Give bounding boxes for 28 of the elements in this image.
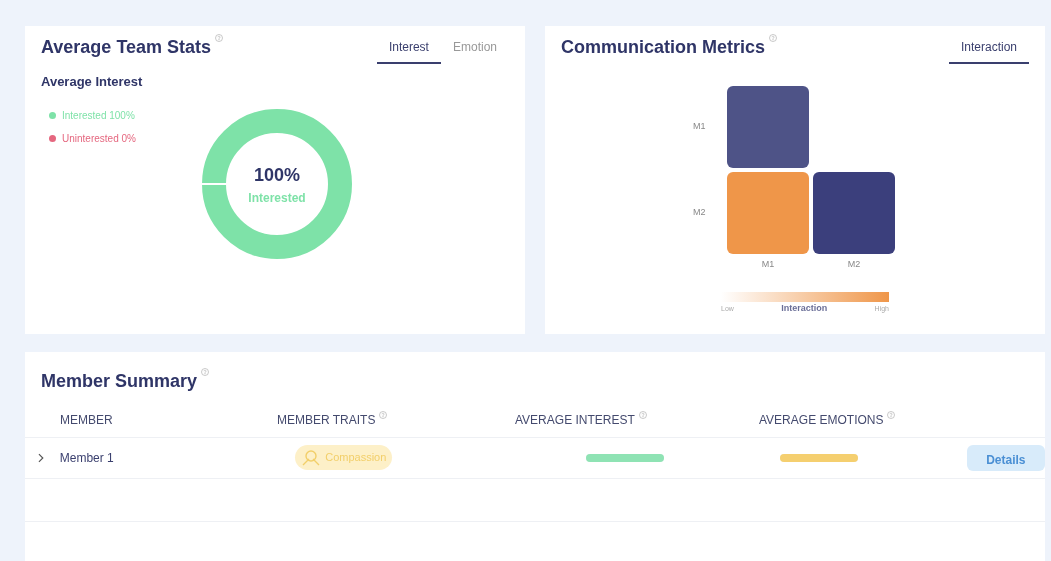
donut-label: Interested	[248, 189, 306, 206]
axis-label: M1	[761, 259, 775, 269]
axis-label: M1	[693, 120, 706, 134]
help-icon[interactable]	[215, 34, 224, 42]
trait-badge: Compassion	[295, 445, 393, 470]
help-icon[interactable]	[887, 411, 896, 419]
help-icon[interactable]	[769, 34, 778, 42]
help-icon[interactable]	[379, 411, 388, 419]
expand-icon[interactable]	[37, 453, 45, 463]
section-title: Average Interest	[41, 73, 144, 91]
help-icon[interactable]	[201, 368, 210, 376]
column-header: MEMBER	[60, 413, 113, 427]
help-icon[interactable]	[638, 411, 647, 419]
panel-title: Average Team Stats	[41, 37, 212, 57]
legend-label: Uninterested 0%	[62, 131, 136, 146]
tab[interactable]: Interaction	[948, 34, 1029, 64]
column-header: AVERAGE EMOTIONS	[759, 413, 884, 427]
column-header: MEMBER TRAITS	[277, 413, 376, 427]
scale-title: Interaction	[781, 302, 828, 315]
tab[interactable]: Interest	[376, 34, 441, 64]
member-name: Member 1	[59, 451, 114, 465]
axis-label: M2	[847, 259, 861, 269]
column-header: AVERAGE INTEREST	[515, 413, 635, 427]
legend-label: Interested 100%	[62, 108, 135, 123]
panel-title: Communication Metrics	[561, 37, 766, 57]
donut-value: 100%	[253, 163, 301, 186]
axis-label: M2	[693, 206, 706, 220]
panel-title: Member Summary	[41, 371, 198, 391]
